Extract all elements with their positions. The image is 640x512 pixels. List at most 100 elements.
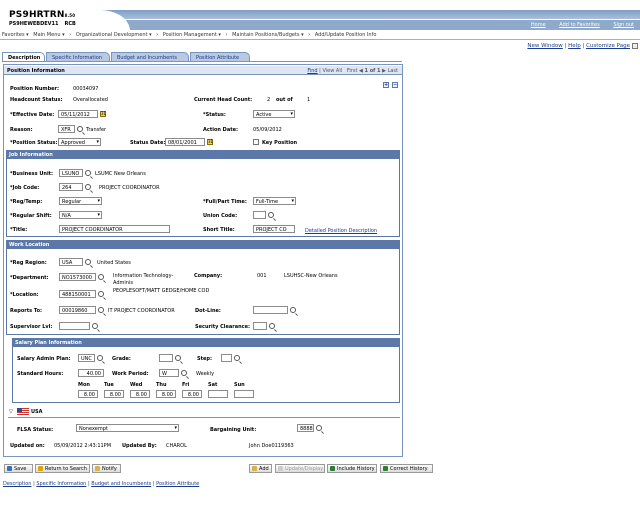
include-history-button[interactable]: Include History	[327, 464, 377, 473]
department-input[interactable]: NO1573000	[59, 273, 96, 281]
delete-row-icon[interactable]: −	[392, 82, 398, 88]
dot-line-input[interactable]	[253, 306, 288, 314]
add-button[interactable]: Add	[249, 464, 272, 473]
lookup-icon[interactable]	[268, 212, 274, 218]
lookup-icon[interactable]	[97, 355, 103, 361]
customize-page-link[interactable]: Customize Page	[586, 43, 630, 49]
header-band	[100, 10, 640, 19]
effective-date-input[interactable]: 05/11/2012	[58, 110, 98, 118]
weekday-hours-input[interactable]: 8.00	[130, 390, 150, 398]
weekday-hours-input[interactable]: 8.00	[78, 390, 98, 398]
new-window-link[interactable]: New Window	[527, 43, 562, 49]
home-link[interactable]: Home	[531, 22, 546, 28]
lookup-icon[interactable]	[98, 274, 104, 280]
footer-link-specific-information[interactable]: Specific Information	[36, 481, 86, 487]
lookup-icon[interactable]	[316, 425, 322, 431]
work-period-label: Work Period:	[112, 371, 149, 377]
title-input[interactable]: PROJECT COORDINATOR	[59, 225, 170, 233]
reg-region-input[interactable]: USA	[59, 258, 83, 266]
tab-budget-incumbents[interactable]: Budget and Incumbents	[111, 52, 189, 61]
location-input[interactable]: 488150001	[59, 290, 96, 298]
status-select[interactable]: Active	[253, 110, 295, 118]
step-input[interactable]	[221, 354, 232, 362]
footer-link-description[interactable]: Description	[3, 481, 31, 487]
tab-specific-information[interactable]: Specific Information	[46, 52, 110, 61]
regular-shift-select[interactable]: N/A	[59, 211, 102, 219]
flsa-status-select[interactable]: Nonexempt	[76, 424, 179, 432]
help-link[interactable]: Help	[568, 43, 581, 49]
reports-to-input[interactable]: 00019860	[59, 306, 96, 314]
view-all-link[interactable]: View All	[322, 68, 342, 74]
correct-history-icon	[383, 466, 388, 471]
lookup-icon[interactable]	[85, 184, 91, 190]
menu-favorites[interactable]: Favorites ▾	[2, 32, 29, 38]
save-button[interactable]: Save	[4, 464, 33, 473]
update-display-button[interactable]: Update/Display	[275, 464, 325, 473]
menu-org-dev[interactable]: Organizational Development ▾	[76, 32, 152, 38]
grade-input[interactable]	[159, 354, 173, 362]
position-status-select[interactable]: Approved	[58, 138, 101, 146]
return-to-search-button[interactable]: Return to Search	[35, 464, 90, 473]
menu-position-mgmt[interactable]: Position Management ▾	[163, 32, 221, 38]
lookup-icon[interactable]	[290, 307, 296, 313]
print-icon[interactable]	[632, 43, 638, 49]
reason-desc: Transfer	[86, 127, 107, 133]
status-date-input[interactable]: 08/01/2001	[165, 138, 205, 146]
full-part-time-select[interactable]: Full-Time	[253, 197, 296, 205]
lookup-icon[interactable]	[98, 291, 104, 297]
correct-history-button[interactable]: Correct History	[380, 464, 433, 473]
lookup-icon[interactable]	[269, 323, 275, 329]
first-arrow-icon[interactable]: ◀	[359, 68, 363, 74]
calendar-icon[interactable]: 31	[100, 111, 106, 117]
salary-admin-plan-input[interactable]: UNC	[78, 354, 95, 362]
security-clearance-input[interactable]	[253, 322, 267, 330]
lookup-icon[interactable]	[175, 355, 181, 361]
calendar-icon[interactable]: 31	[207, 139, 213, 145]
notify-button[interactable]: Notify	[92, 464, 121, 473]
db-name: PS9HEWEBDEV11 RCB	[9, 21, 76, 27]
lookup-icon[interactable]	[92, 323, 98, 329]
lookup-icon[interactable]	[85, 259, 91, 265]
business-unit-input[interactable]: LSUNO	[59, 169, 83, 177]
department-label: *Department:	[10, 275, 49, 281]
supervisor-lvl-label: Supervisor Lvl:	[10, 324, 53, 330]
footer-link-position-attribute[interactable]: Position Attribute	[156, 481, 199, 487]
lookup-icon[interactable]	[181, 370, 187, 376]
union-code-input[interactable]	[253, 211, 266, 219]
find-link[interactable]: Find	[307, 68, 317, 74]
short-title-input[interactable]: PROJECT CO	[253, 225, 295, 233]
supervisor-lvl-input[interactable]	[59, 322, 90, 330]
footer-link-budget-incumbents[interactable]: Budget and Incumbents	[91, 481, 151, 487]
standard-hours-input[interactable]: 40.00	[78, 369, 104, 377]
last-arrow-icon[interactable]: ▶	[382, 68, 386, 74]
lookup-icon[interactable]	[77, 126, 83, 132]
weekday-hours-input[interactable]	[208, 390, 228, 398]
menu-maintain-positions[interactable]: Maintain Positions/Budgets ▾	[232, 32, 304, 38]
weekday-hours-input[interactable]: 8.00	[182, 390, 202, 398]
job-code-input[interactable]: 264	[59, 183, 83, 191]
breadcrumb-sep: ›	[69, 32, 72, 38]
lookup-icon[interactable]	[85, 170, 91, 176]
tab-position-attribute[interactable]: Position Attribute	[190, 52, 250, 61]
first-label[interactable]: First	[347, 68, 358, 74]
detailed-position-description-link[interactable]: Detailed Position Description	[305, 228, 377, 234]
add-to-favorites-link[interactable]: Add to Favorites	[559, 22, 599, 28]
menu-main[interactable]: Main Menu ▾	[33, 32, 64, 38]
lookup-icon[interactable]	[234, 355, 240, 361]
weekday-hours-input[interactable]: 8.00	[156, 390, 176, 398]
add-row-icon[interactable]: +	[383, 82, 389, 88]
bargaining-unit-input[interactable]: 8888	[297, 424, 314, 432]
key-position-checkbox[interactable]	[253, 139, 259, 145]
weekday-hours-input[interactable]: 8.00	[104, 390, 124, 398]
last-label[interactable]: Last	[388, 68, 398, 74]
reg-temp-select[interactable]: Regular	[59, 197, 102, 205]
reason-input[interactable]: XFR	[58, 125, 75, 133]
work-period-input[interactable]: W	[159, 369, 179, 377]
lookup-icon[interactable]	[98, 307, 104, 313]
row-navigation: Find | View All First ◀ 1 of 1 ▶ Last	[307, 68, 398, 74]
position-status-label: *Position Status:	[10, 140, 58, 146]
menu-add-update-position[interactable]: Add/Update Position Info	[315, 32, 377, 38]
weekday-hours-input[interactable]	[234, 390, 254, 398]
collapse-arrow-icon[interactable]: ▽	[9, 409, 13, 415]
sign-out-link[interactable]: Sign out	[613, 22, 634, 28]
